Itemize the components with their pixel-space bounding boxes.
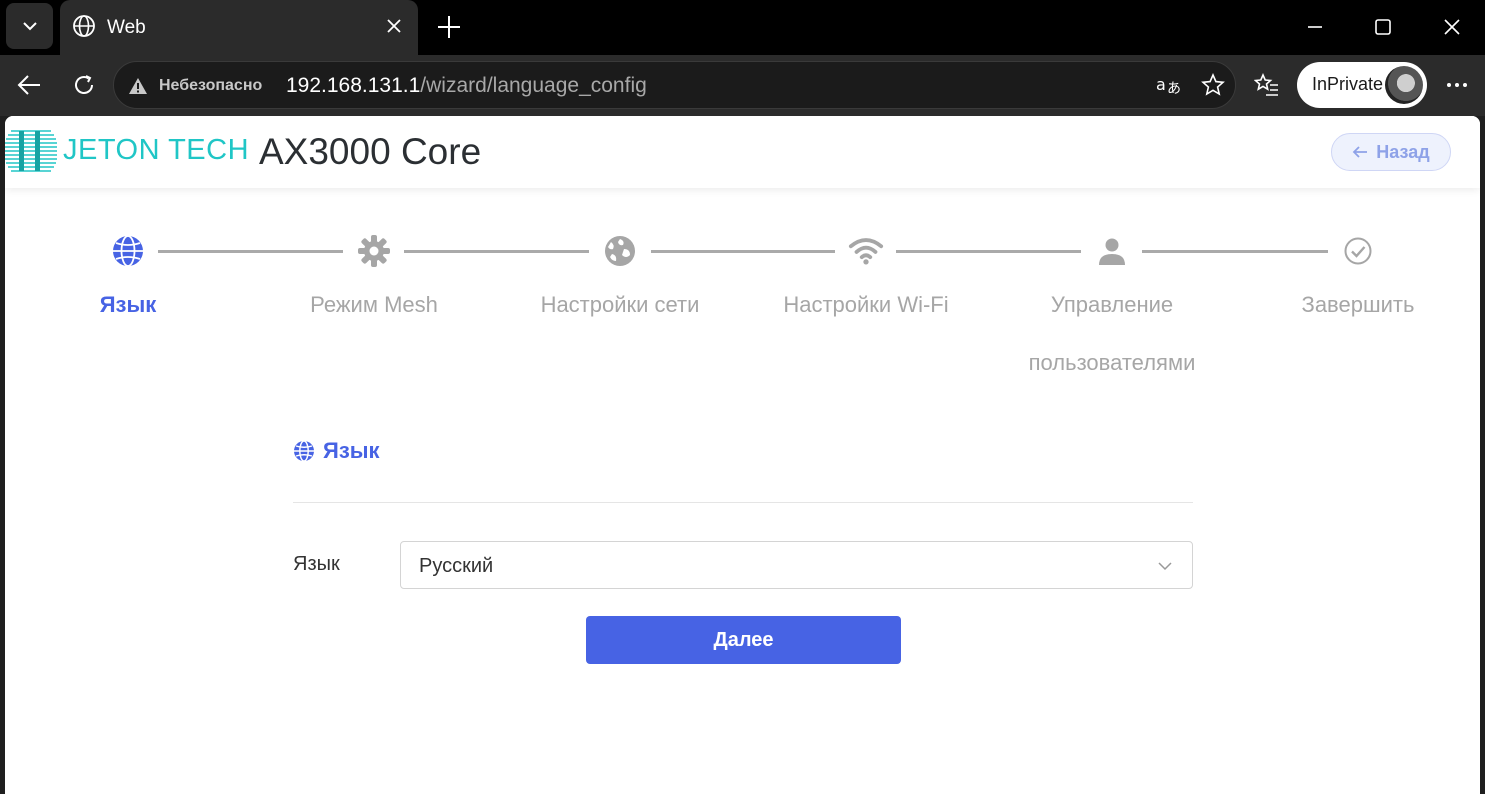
step-connector [896,250,1081,253]
settings-more-button[interactable] [1442,70,1472,100]
favorite-button[interactable] [1198,70,1228,100]
browser-tab[interactable]: Web [60,0,418,55]
step-language[interactable] [110,233,146,269]
close-icon[interactable] [384,16,404,36]
arrow-left-icon [1353,146,1368,158]
read-aloud-translate-button[interactable]: aあ [1154,70,1184,100]
next-button[interactable]: Далее [586,616,901,664]
back-nav-button[interactable] [14,70,44,100]
refresh-button[interactable] [69,70,99,100]
url-text[interactable]: 192.168.131.1/wizard/language_config [286,74,647,98]
chevron-down-icon [1158,562,1172,571]
star-icon [1201,73,1225,96]
check-circle-icon [1344,237,1372,265]
inprivate-label: InPrivate [1312,74,1384,94]
section-title: Язык [293,438,380,464]
security-status[interactable]: Небезопасно [159,77,262,95]
close-window-button[interactable] [1437,12,1467,42]
divider [293,502,1193,503]
page-header: JETON TECH AX3000 Core Назад [5,116,1480,188]
maximize-icon [1375,19,1391,35]
wifi-icon [848,238,884,265]
globe-icon [113,235,143,267]
jeton-logo-icon [5,130,57,172]
step-connector [404,250,589,253]
step-label: Настройки сети [540,292,700,317]
globe-icon [73,15,95,37]
step-user-management[interactable] [1094,233,1130,269]
language-select-value: Русский [419,555,494,577]
step-finish[interactable] [1340,233,1376,269]
network-globe-icon [605,236,635,266]
minimize-icon [1308,26,1322,28]
warning-icon[interactable] [128,76,148,96]
step-label: Режим Mesh [310,292,438,317]
language-field-label: Язык [293,553,340,575]
minimize-button[interactable] [1300,12,1330,42]
url-host: 192.168.131.1 [286,74,421,97]
step-label: Управление пользователями [1028,292,1196,375]
step-wifi-settings[interactable] [848,233,884,269]
back-button-label: Назад [1376,141,1430,162]
step-label: Завершить [1301,292,1415,317]
brand-name: JETON TECH [63,134,250,166]
step-network-settings[interactable] [602,233,638,269]
browser-toolbar: Небезопасно 192.168.131.1/wizard/languag… [0,55,1485,116]
address-bar[interactable]: Небезопасно 192.168.131.1/wizard/languag… [113,61,1236,109]
step-connector [651,250,835,253]
chevron-down-icon [22,22,37,31]
gear-icon [358,235,390,267]
close-icon [1444,19,1460,35]
page-title: AX3000 Core [259,131,482,172]
svg-text:a: a [1156,75,1166,94]
avatar [1385,66,1423,104]
refresh-icon [75,75,93,94]
language-select[interactable]: Русский [400,541,1193,589]
inprivate-profile-button[interactable]: InPrivate [1297,62,1427,108]
translate-icon: aあ [1156,75,1181,97]
arrow-left-icon [17,75,40,95]
step-label: Настройки Wi-Fi [783,292,949,317]
step-mesh-mode[interactable] [356,233,392,269]
step-label: Язык [99,292,157,317]
favorites-list-icon [1254,73,1278,96]
step-connector [1142,250,1328,253]
tab-strip: Web [0,0,1485,55]
step-connector [158,250,343,253]
more-horizontal-icon [1447,83,1467,87]
tab-actions-menu-button[interactable] [6,3,53,49]
tab-title: Web [107,17,146,38]
globe-icon [294,440,314,462]
new-tab-button[interactable] [436,14,462,40]
section-title-text: Язык [323,438,380,463]
url-path: /wizard/language_config [420,74,647,97]
svg-text:あ: あ [1167,81,1181,97]
user-icon [1099,238,1125,265]
maximize-button[interactable] [1368,12,1398,42]
favorites-button[interactable] [1252,70,1282,100]
back-button[interactable]: Назад [1331,133,1451,171]
web-page: JETON TECH AX3000 Core Назад Язык Режим … [5,116,1480,794]
